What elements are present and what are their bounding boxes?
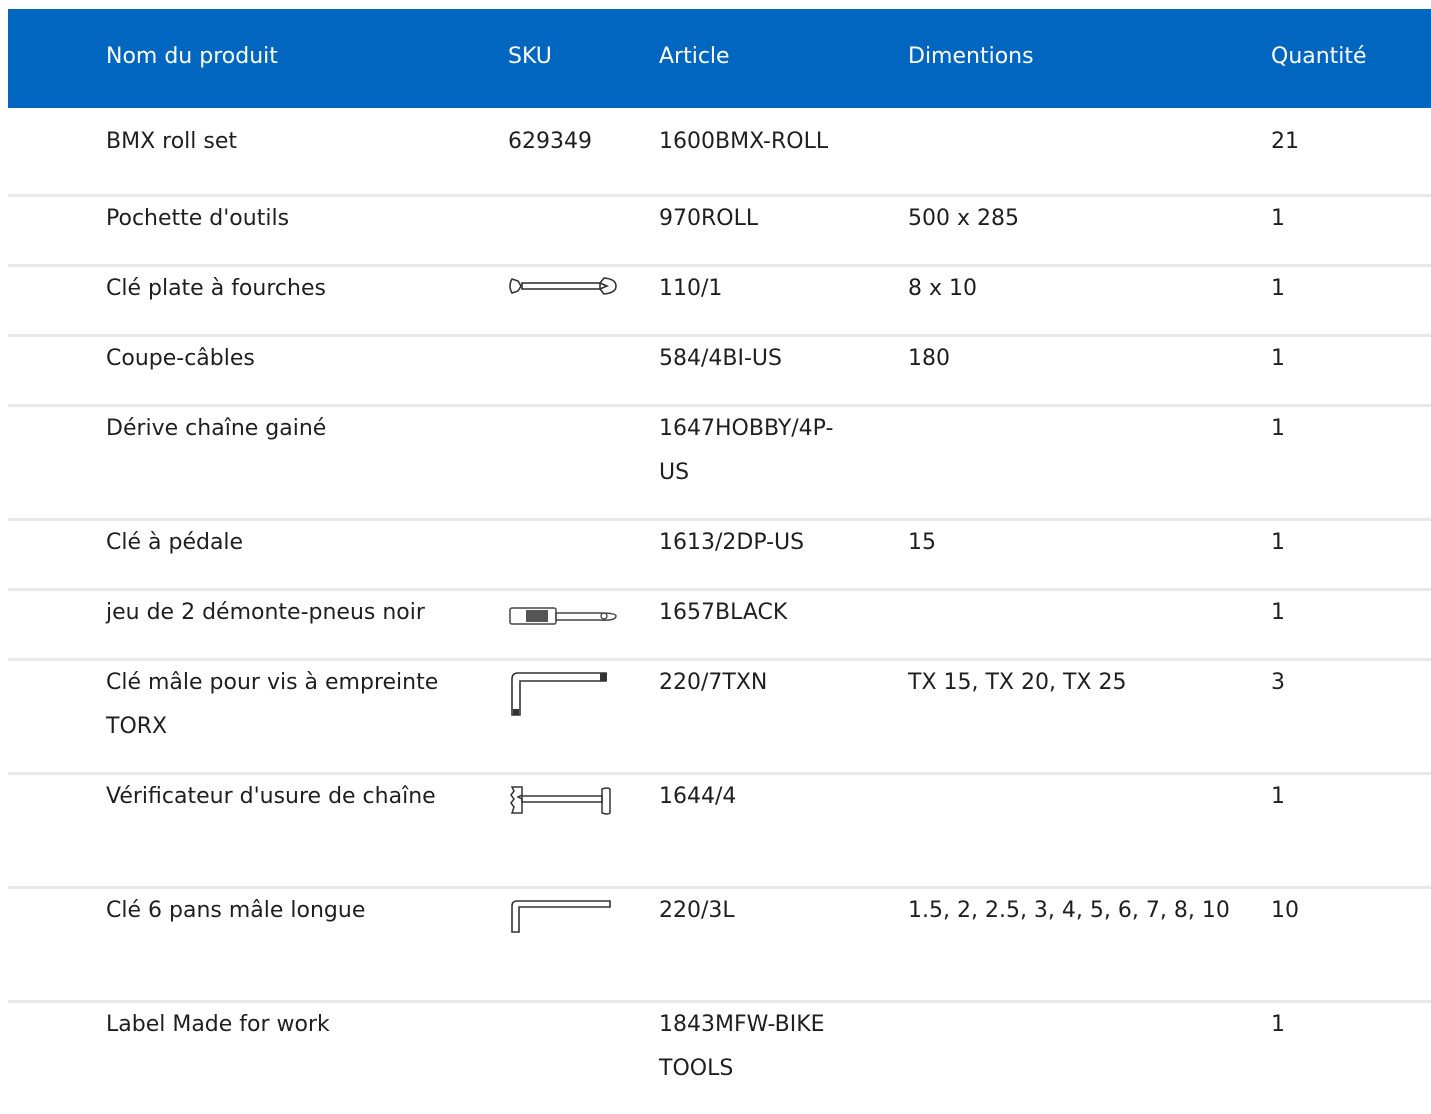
quantity-value: 1 xyxy=(1271,784,1285,809)
quantity-value: 1 xyxy=(1271,530,1285,555)
dimensions-value: 180 xyxy=(908,346,950,371)
table-row: jeu de 2 démonte-pneus noir 1657BLACK 1 xyxy=(8,591,1431,661)
product-table: Nom du produit SKU Article Dimentions Qu… xyxy=(8,9,1431,1114)
table-row: Vérificateur d'usure de chaîne 1644/4 1 xyxy=(8,775,1431,889)
product-name: Label Made for work xyxy=(106,1012,330,1037)
table-row: Label Made for work 1843MFW-BIKE TOOLS 1 xyxy=(8,1003,1431,1114)
dimensions-value: TX 15, TX 20, TX 25 xyxy=(908,670,1127,695)
product-name: jeu de 2 démonte-pneus noir xyxy=(106,600,425,625)
header-sku: SKU xyxy=(508,44,552,69)
quantity-value: 1 xyxy=(1271,276,1285,301)
table-row: Clé à pédale 1613/2DP-US 15 1 xyxy=(8,521,1431,591)
dimensions-value: 1.5, 2, 2.5, 3, 4, 5, 6, 7, 8, 10 xyxy=(908,898,1230,923)
product-name: BMX roll set xyxy=(106,129,238,154)
quantity-value: 10 xyxy=(1271,898,1299,923)
product-name: Dérive chaîne gainé xyxy=(106,416,327,441)
torx-key-icon xyxy=(508,671,612,733)
table-row: Clé plate à fourches 110/1 8 x 10 1 xyxy=(8,267,1431,337)
article-value: 1644/4 xyxy=(659,784,737,809)
article-value: 1657BLACK xyxy=(659,600,788,625)
table-row: BMX roll set 629349 1600BMX-ROLL 21 xyxy=(8,108,1431,197)
product-name: Clé plate à fourches xyxy=(106,276,326,301)
header-article: Article xyxy=(659,44,730,69)
product-name: Coupe-câbles xyxy=(106,346,255,371)
table-row: Clé mâle pour vis à empreinte TORX 220/7… xyxy=(8,661,1431,775)
quantity-value: 3 xyxy=(1271,670,1285,695)
product-name: Pochette d'outils xyxy=(106,206,290,231)
quantity-value: 1 xyxy=(1271,1012,1285,1037)
table-header: Nom du produit SKU Article Dimentions Qu… xyxy=(8,9,1431,108)
sku-value: 629349 xyxy=(508,129,592,154)
header-dimensions: Dimentions xyxy=(908,44,1034,69)
article-value: 220/3L xyxy=(659,898,735,923)
chain-checker-icon xyxy=(508,783,614,833)
article-value: 1613/2DP-US xyxy=(659,530,805,555)
article-value: 584/4BI-US xyxy=(659,346,782,371)
article-value: 1647HOBBY/4P-US xyxy=(659,416,834,485)
hex-key-icon xyxy=(508,899,614,949)
dimensions-value: 500 x 285 xyxy=(908,206,1019,231)
quantity-value: 1 xyxy=(1271,600,1285,625)
quantity-value: 21 xyxy=(1271,129,1299,154)
article-value: 220/7TXN xyxy=(659,670,768,695)
header-quantity: Quantité xyxy=(1271,44,1367,69)
table-row: Coupe-câbles 584/4BI-US 180 1 xyxy=(8,337,1431,407)
header-name: Nom du produit xyxy=(106,44,278,69)
quantity-value: 1 xyxy=(1271,346,1285,371)
dimensions-value: 8 x 10 xyxy=(908,276,977,301)
article-value: 110/1 xyxy=(659,276,723,301)
table-row: Dérive chaîne gainé 1647HOBBY/4P-US 1 xyxy=(8,407,1431,521)
dimensions-value: 15 xyxy=(908,530,936,555)
product-name: Clé mâle pour vis à empreinte TORX xyxy=(106,670,439,739)
product-name: Vérificateur d'usure de chaîne xyxy=(106,784,436,809)
quantity-value: 1 xyxy=(1271,416,1285,441)
tire-lever-icon xyxy=(508,599,618,643)
table-row: Clé 6 pans mâle longue 220/3L 1.5, 2, 2.… xyxy=(8,889,1431,1003)
quantity-value: 1 xyxy=(1271,206,1285,231)
product-name: Clé 6 pans mâle longue xyxy=(106,898,366,923)
article-value: 1843MFW-BIKE TOOLS xyxy=(659,1012,825,1081)
article-value: 1600BMX-ROLL xyxy=(659,129,829,154)
product-name: Clé à pédale xyxy=(106,530,244,555)
table-row: Pochette d'outils 970ROLL 500 x 285 1 xyxy=(8,197,1431,267)
open-end-wrench-icon xyxy=(508,271,618,315)
article-value: 970ROLL xyxy=(659,206,759,231)
